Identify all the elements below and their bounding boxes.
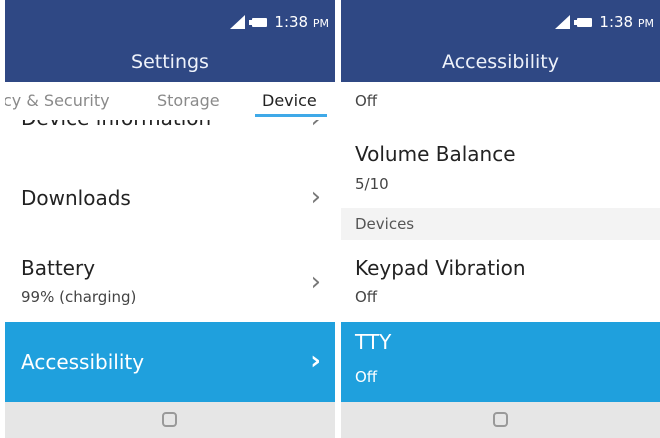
status-time: 1:38 PM	[599, 13, 654, 31]
status-indicators: 1:38 PM	[230, 13, 329, 31]
item-subtitle: 5/10	[355, 175, 389, 193]
section-label: Devices	[355, 215, 415, 233]
tab-bar: cy & Security Storage Device	[5, 82, 335, 120]
item-title: Volume Balance	[355, 142, 516, 166]
list-item-partial[interactable]: Off	[341, 82, 660, 124]
list-item-downloads[interactable]: Downloads ›	[5, 168, 335, 230]
list-item-keypad-vibration[interactable]: Keypad Vibration Off	[341, 240, 660, 320]
chevron-right-icon: ›	[310, 182, 321, 212]
home-button-icon[interactable]	[162, 412, 177, 427]
item-title: Device information	[21, 120, 211, 130]
list-item-device-information[interactable]: Device information ›	[5, 120, 335, 134]
tab-device[interactable]: Device	[262, 91, 317, 110]
battery-icon	[249, 17, 268, 27]
tab-active-indicator	[255, 114, 327, 117]
section-header-devices: Devices	[341, 208, 660, 240]
signal-icon	[555, 15, 571, 29]
item-title: Accessibility	[21, 350, 145, 374]
softkey-bar	[341, 402, 660, 438]
signal-icon	[230, 15, 246, 29]
item-subtitle: Off	[355, 288, 378, 306]
list-item-accessibility[interactable]: Accessibility ›	[5, 322, 335, 402]
chevron-right-icon: ›	[310, 267, 321, 297]
page-title: Settings	[5, 42, 335, 82]
status-time: 1:38 PM	[274, 13, 329, 31]
status-bar: 1:38 PM	[341, 0, 660, 42]
battery-icon	[574, 17, 593, 27]
item-title: Battery	[21, 256, 96, 280]
chevron-right-icon: ›	[310, 346, 321, 376]
accessibility-screen: 1:38 PM Accessibility Off Volume Balance…	[341, 0, 660, 438]
status-bar: 1:38 PM	[5, 0, 335, 42]
item-subtitle: Off	[355, 368, 378, 386]
item-subtitle: 99% (charging)	[21, 288, 137, 306]
list-item-tty[interactable]: TTY Off	[341, 322, 660, 402]
list-item-battery[interactable]: Battery 99% (charging) ›	[5, 250, 335, 320]
item-title: Downloads	[21, 186, 131, 210]
item-title: TTY	[355, 330, 392, 354]
settings-screen: 1:38 PM Settings cy & Security Storage D…	[5, 0, 335, 438]
chevron-right-icon: ›	[311, 120, 321, 134]
item-title: Keypad Vibration	[355, 256, 526, 280]
tab-privacy-security[interactable]: cy & Security	[5, 91, 110, 110]
page-title: Accessibility	[341, 42, 660, 82]
tab-storage[interactable]: Storage	[157, 91, 220, 110]
home-button-icon[interactable]	[492, 412, 508, 427]
item-subtitle: Off	[355, 92, 378, 110]
status-indicators: 1:38 PM	[555, 13, 654, 31]
softkey-bar	[5, 402, 335, 438]
list-item-volume-balance[interactable]: Volume Balance 5/10	[341, 132, 660, 208]
